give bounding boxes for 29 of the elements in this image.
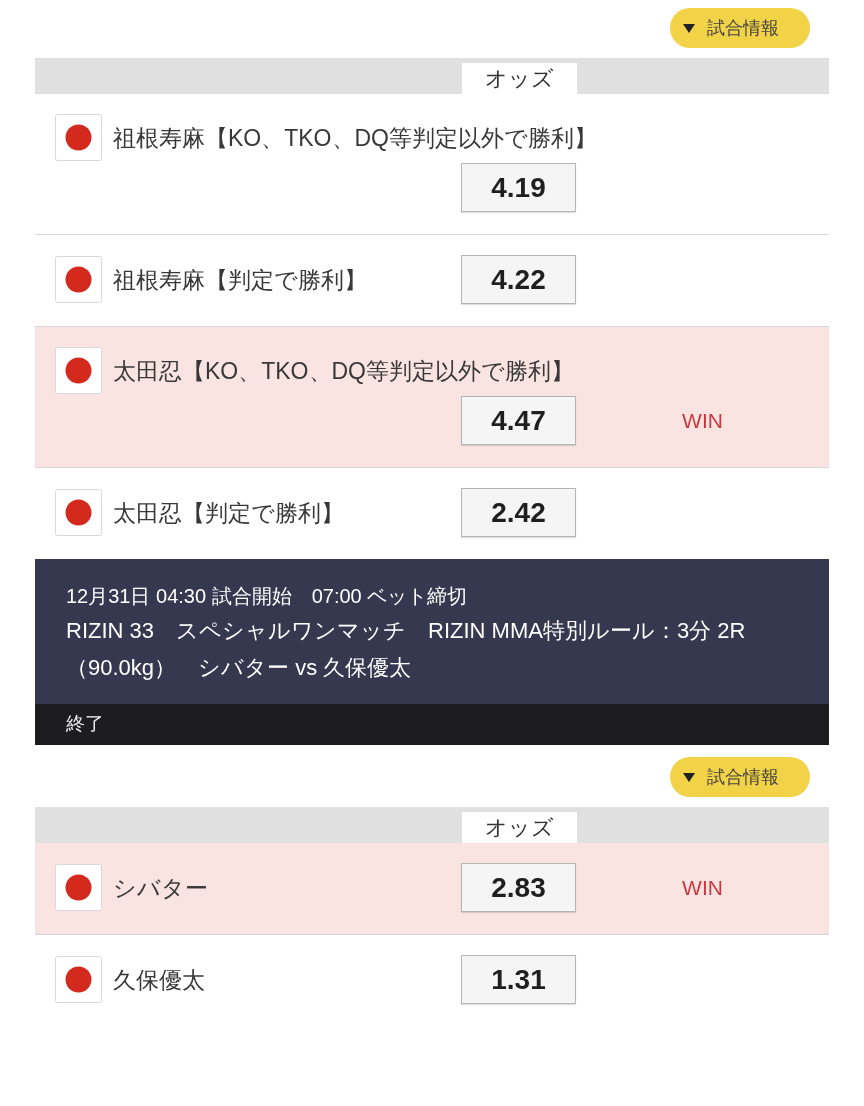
odds-button[interactable]: 2.83	[461, 863, 576, 912]
odds-button[interactable]: 4.22	[461, 255, 576, 304]
bet-name: 太田忍【KO、TKO、DQ等判定以外で勝利】	[113, 356, 574, 386]
flag-icon	[55, 864, 102, 911]
caret-down-icon	[683, 772, 695, 782]
flag-icon	[55, 256, 102, 303]
odds-column-heading: オッズ	[462, 812, 577, 843]
flag-icon	[55, 347, 102, 394]
odds-column-heading: オッズ	[462, 63, 577, 94]
bet-name: 祖根寿麻【KO、TKO、DQ等判定以外で勝利】	[113, 123, 597, 153]
bet-name: シバター	[113, 873, 208, 903]
flag-icon	[55, 489, 102, 536]
flag-icon	[55, 956, 102, 1003]
bet-name: 太田忍【判定で勝利】	[113, 498, 344, 528]
odds-button[interactable]: 4.47	[461, 396, 576, 445]
match-schedule: 12月31日 04:30 試合開始 07:00 ベット締切	[66, 584, 469, 609]
caret-down-icon	[683, 23, 695, 33]
match-info-button[interactable]: 試合情報	[670, 8, 810, 48]
bet-name: 祖根寿麻【判定で勝利】	[113, 265, 367, 295]
match-info-button[interactable]: 試合情報	[670, 757, 810, 797]
odds-button[interactable]: 2.42	[461, 488, 576, 537]
flag-icon	[55, 114, 102, 161]
odds-button[interactable]: 1.31	[461, 955, 576, 1004]
result-label: WIN	[682, 874, 723, 901]
match-title: RIZIN 33 スペシャルワンマッチ RIZIN MMA特別ルール：3分 2R （90.0kg） シバター vs 久保優太	[66, 617, 747, 682]
bet-name: 久保優太	[113, 965, 205, 995]
match-status: 終了	[66, 712, 104, 737]
result-label: WIN	[682, 407, 723, 434]
odds-button[interactable]: 4.19	[461, 163, 576, 212]
